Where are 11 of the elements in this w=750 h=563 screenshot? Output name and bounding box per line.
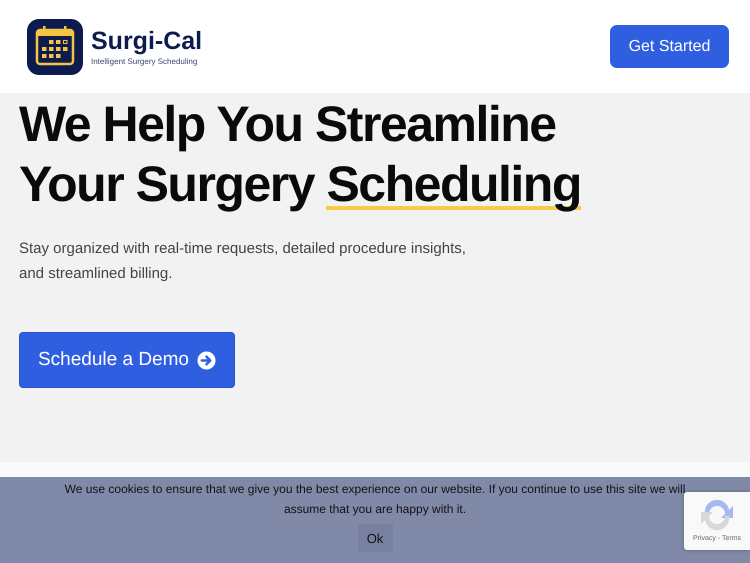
brand-name: Surgi-Cal bbox=[91, 27, 202, 55]
cookie-message: We use cookies to ensure that we give you the best experience on our website. If you continue to use this site we will assume that you are happy with it. bbox=[64, 481, 686, 518]
hero-headline: We Help You Streamline Your Surgery Scheduling bbox=[19, 95, 582, 214]
tagline: Intelligent Surgery Scheduling bbox=[91, 57, 198, 66]
get-started-button[interactable]: Get Started bbox=[610, 25, 729, 68]
hero-subtitle: Stay organized with real-time requests, detailed procedure insights, and streamlined billing. bbox=[19, 239, 467, 284]
schedule-demo-button[interactable]: Schedule a Demo bbox=[19, 332, 235, 388]
calendar-logo-icon bbox=[27, 18, 83, 74]
arrow-circle-icon bbox=[197, 350, 216, 370]
ok-button[interactable]: Ok bbox=[358, 524, 392, 552]
recaptcha-icon bbox=[699, 498, 735, 532]
